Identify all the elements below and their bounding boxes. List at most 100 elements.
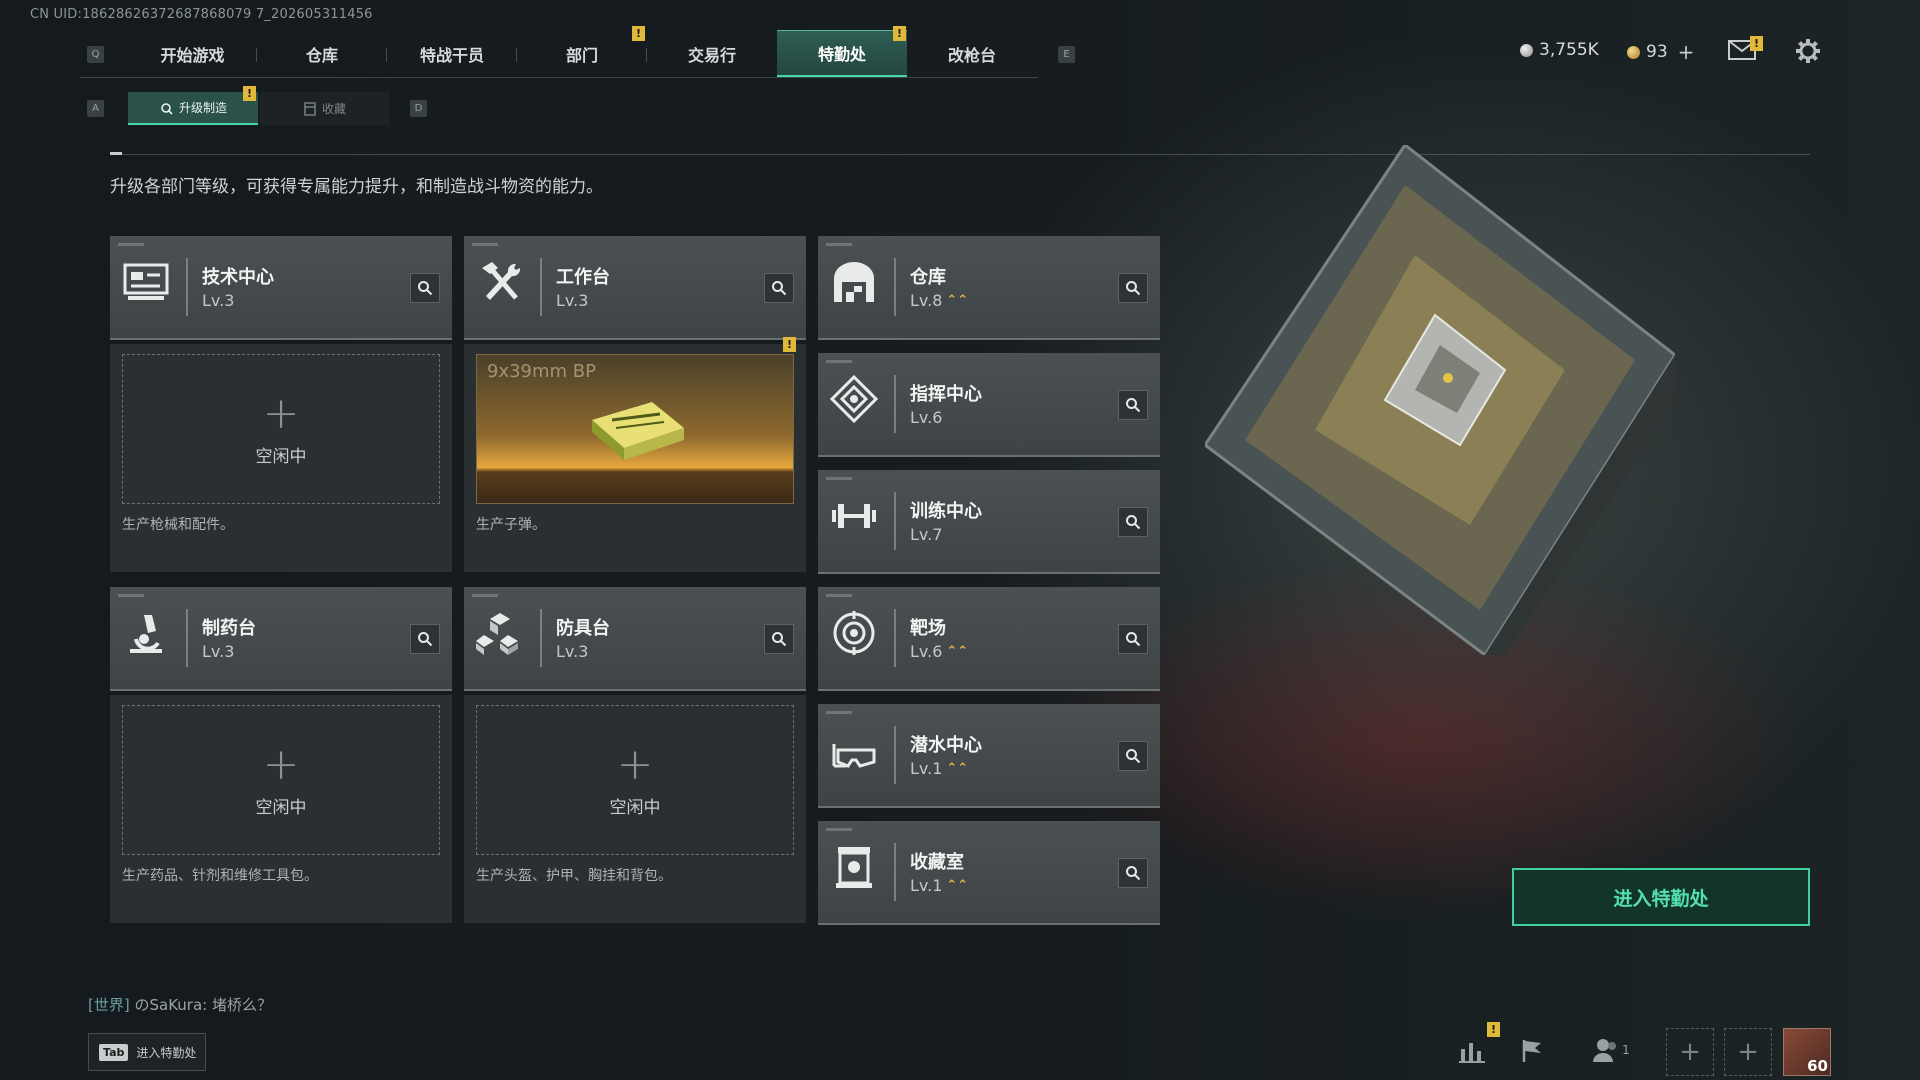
- department-card-collection-room[interactable]: 收藏室 Lv.1 ⌃⌃: [818, 821, 1160, 925]
- department-card-warehouse[interactable]: 仓库 Lv.8 ⌃⌃: [818, 236, 1160, 340]
- department-card-training-center[interactable]: 训练中心 Lv.7: [818, 470, 1160, 574]
- add-production-icon: +: [262, 387, 300, 439]
- subtab-prev-key-hint: A: [87, 100, 104, 117]
- search-icon: [1126, 632, 1141, 647]
- tech-center-icon: [122, 258, 170, 306]
- search-icon: [1126, 749, 1141, 764]
- collection-room-name: 收藏室: [910, 852, 964, 873]
- department-card-diving-center[interactable]: 潜水中心 Lv.1 ⌃⌃: [818, 704, 1160, 808]
- tech-center-name: 技术中心: [202, 267, 274, 288]
- search-icon: [1126, 515, 1141, 530]
- upgrade-available-icon: ⌃⌃: [946, 878, 969, 893]
- diving-center-level: Lv.1 ⌃⌃: [910, 759, 969, 778]
- stats-alert-badge: !: [1487, 1022, 1500, 1037]
- subtab-upgrade-label: 升级制造: [178, 101, 227, 115]
- subtab-collection[interactable]: 收藏: [260, 92, 390, 125]
- armor-bench-empty-slot[interactable]: + 空闲中: [476, 705, 794, 855]
- nav-underline: [80, 77, 1038, 78]
- department-card-pharmacy[interactable]: 制药台 Lv.3: [110, 587, 452, 691]
- armor-bench-production-panel: + 空闲中 生产头盔、护甲、胸挂和背包。: [464, 695, 806, 923]
- pharmacy-name: 制药台: [202, 618, 256, 639]
- tab-department[interactable]: 部门: [522, 30, 642, 78]
- armor-bench-search-button[interactable]: [764, 624, 794, 654]
- gold-coin-icon: [1627, 45, 1640, 59]
- upgrade-gear-icon: [161, 102, 173, 115]
- command-center-icon: [829, 374, 879, 424]
- search-icon: [1126, 866, 1141, 881]
- chat-message[interactable]: [世界] のSaKura: 堵桥么？: [88, 994, 272, 1015]
- add-production-icon: +: [616, 738, 654, 790]
- diving-center-search-button[interactable]: [1118, 741, 1148, 771]
- player-level: 60: [1807, 1057, 1828, 1075]
- collection-room-search-button[interactable]: [1118, 858, 1148, 888]
- invite-slot-2[interactable]: +: [1724, 1028, 1772, 1076]
- flag-button[interactable]: [1512, 1030, 1552, 1070]
- silver-amount: 3,755K: [1539, 40, 1599, 60]
- stats-button[interactable]: [1452, 1030, 1492, 1070]
- training-center-name: 训练中心: [910, 501, 982, 522]
- upgrade-available-icon: ⌃⌃: [946, 293, 969, 308]
- tab-gunsmith[interactable]: 改枪台: [912, 30, 1032, 78]
- training-center-level: Lv.7: [910, 525, 943, 544]
- add-production-icon: +: [262, 738, 300, 790]
- warehouse-level: Lv.8 ⌃⌃: [910, 291, 969, 310]
- department-card-shooting-range[interactable]: 靶场 Lv.6 ⌃⌃: [818, 587, 1160, 691]
- chat-text: 堵桥么？: [212, 996, 273, 1014]
- shooting-range-search-button[interactable]: [1118, 624, 1148, 654]
- shooting-range-name: 靶场: [910, 618, 946, 639]
- tab-warehouse[interactable]: 仓库: [262, 30, 382, 78]
- pharmacy-production-panel: + 空闲中 生产药品、针剂和维修工具包。: [110, 695, 452, 923]
- tech-center-search-button[interactable]: [410, 273, 440, 303]
- gold-currency[interactable]: 93 +: [1627, 40, 1694, 64]
- invite-slot-1[interactable]: +: [1666, 1028, 1714, 1076]
- pharmacy-empty-slot[interactable]: + 空闲中: [122, 705, 440, 855]
- player-uid: CN UID:18628626372687868079 7_2026053114…: [30, 7, 373, 22]
- silver-currency[interactable]: 3,755K: [1520, 40, 1599, 60]
- slot-status-text: 空闲中: [609, 797, 661, 818]
- friends-icon: [1593, 1039, 1617, 1062]
- command-center-search-button[interactable]: [1118, 390, 1148, 420]
- department-card-command-center[interactable]: 指挥中心 Lv.6: [818, 353, 1160, 457]
- workbench-search-button[interactable]: [764, 273, 794, 303]
- command-center-name: 指挥中心: [910, 384, 982, 405]
- player-avatar[interactable]: 60: [1783, 1028, 1831, 1076]
- tech-center-description: 生产枪械和配件。: [122, 517, 234, 533]
- special-ops-cube-artwork: [1202, 142, 1677, 658]
- workbench-product-slot[interactable]: 9x39mm BP: [476, 354, 794, 504]
- content-divider-mark: [110, 152, 122, 155]
- tab-operators[interactable]: 特战干员: [392, 30, 512, 78]
- friends-count: 1: [1622, 1043, 1630, 1057]
- pharmacy-search-button[interactable]: [410, 624, 440, 654]
- search-icon: [772, 281, 787, 296]
- friends-button[interactable]: 1: [1586, 1030, 1636, 1070]
- diving-mask-icon: [830, 726, 878, 774]
- collection-room-level: Lv.1 ⌃⌃: [910, 876, 969, 895]
- upgrade-available-icon: ⌃⌃: [946, 761, 969, 776]
- add-gold-button[interactable]: +: [1678, 40, 1695, 64]
- tab-shortcut-hint[interactable]: Tab 进入特勤处: [88, 1033, 206, 1071]
- armor-bench-level: Lv.3: [556, 642, 589, 661]
- settings-button[interactable]: [1795, 38, 1823, 66]
- tab-special-ops[interactable]: 特勤处: [777, 30, 907, 78]
- training-center-search-button[interactable]: [1118, 507, 1148, 537]
- mail-alert-badge: !: [1750, 36, 1763, 51]
- department-card-tech-center[interactable]: 技术中心 Lv.3: [110, 236, 452, 340]
- subtab-upgrade-manufacture[interactable]: 升级制造: [128, 92, 258, 125]
- warehouse-search-button[interactable]: [1118, 273, 1148, 303]
- tab-start-game[interactable]: 开始游戏: [135, 30, 250, 78]
- hammer-wrench-icon: [476, 258, 524, 306]
- tech-center-empty-slot[interactable]: + 空闲中: [122, 354, 440, 504]
- silver-coin-icon: [1520, 43, 1533, 57]
- enter-special-ops-button[interactable]: 进入特勤处: [1512, 868, 1810, 926]
- gold-amount: 93: [1646, 42, 1668, 62]
- product-name: 9x39mm BP: [487, 361, 597, 382]
- pharmacy-description: 生产药品、针剂和维修工具包。: [122, 868, 318, 884]
- department-card-workbench[interactable]: 工作台 Lv.3: [464, 236, 806, 340]
- search-icon: [1126, 281, 1141, 296]
- tab-trading-house[interactable]: 交易行: [652, 30, 772, 78]
- department-card-armor-bench[interactable]: 防具台 Lv.3: [464, 587, 806, 691]
- page-description: 升级各部门等级，可获得专属能力提升，和制造战斗物资的能力。: [110, 177, 603, 197]
- chat-user: のSaKura:: [134, 996, 208, 1014]
- nav-next-key-hint: E: [1058, 46, 1075, 63]
- armor-bench-name: 防具台: [556, 618, 610, 639]
